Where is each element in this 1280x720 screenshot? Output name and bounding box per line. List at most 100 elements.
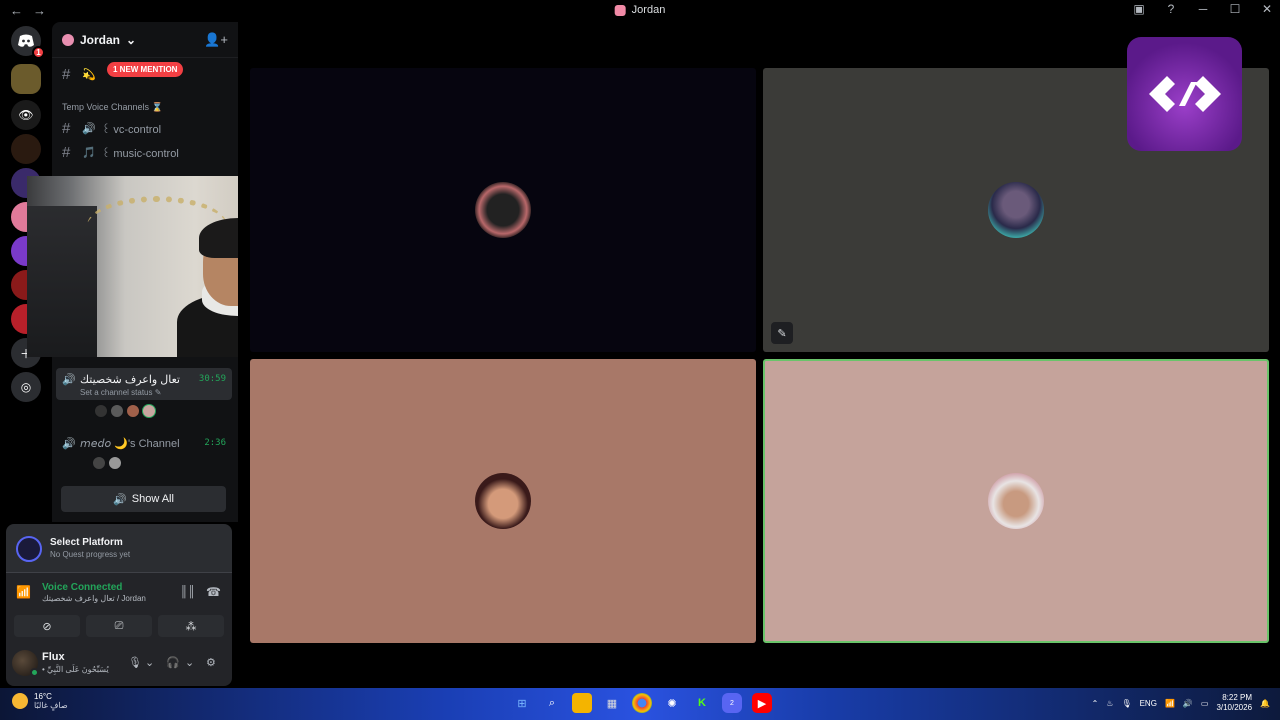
voice-channel-timer: 30:59	[198, 374, 226, 384]
notification-icon[interactable]: 🔔	[1260, 699, 1270, 708]
store-icon[interactable]: ▦	[602, 693, 622, 713]
show-all-button[interactable]: 🔊 Show All	[61, 486, 226, 512]
search-icon[interactable]: ⌕	[542, 693, 562, 713]
category-temp-voice[interactable]: Temp Voice Channels ⌛	[62, 102, 163, 113]
inbox-icon[interactable]: ▣	[1132, 2, 1146, 16]
signal-icon[interactable]: 📶	[16, 585, 34, 603]
steam-icon[interactable]: ♨	[1106, 699, 1113, 708]
system-clock[interactable]: 8:22 PM 3/10/2026	[1216, 693, 1252, 713]
music-note-icon: 🎵	[82, 147, 96, 159]
user-panel: Flux • يُسَبِّحُونَ عَلَى النَّبِيِّ 🎙 ⌄…	[6, 642, 232, 686]
volume-icon[interactable]: 🔊	[1183, 699, 1193, 708]
channel-label: ꒰ music-control	[101, 148, 179, 160]
minimize-icon[interactable]: ─	[1196, 2, 1210, 16]
headphones-icon[interactable]: 🎧	[166, 656, 180, 669]
new-mention-pill[interactable]: 1 NEW MENTION	[107, 62, 184, 77]
channel-music-control[interactable]: # 🎵 ꒰ music-control	[62, 144, 179, 161]
avatar[interactable]	[988, 182, 1044, 238]
sparkle-icon: 💫	[82, 69, 96, 81]
openai-icon[interactable]: ✺	[662, 693, 682, 713]
microphone-icon[interactable]: 🎙	[1121, 699, 1131, 708]
avatar[interactable]	[94, 404, 108, 418]
chevron-down-icon[interactable]: ⌄	[185, 656, 194, 669]
screen-share-button[interactable]: ⎚	[86, 615, 152, 637]
add-member-icon[interactable]: 👤+	[204, 32, 228, 48]
avatar[interactable]	[475, 182, 531, 238]
kick-icon[interactable]: K	[692, 693, 712, 713]
video-grid: ✎	[238, 22, 1280, 688]
microphone-icon[interactable]: 🎙	[128, 656, 142, 669]
camera-off-button[interactable]: ⊘	[14, 615, 80, 637]
guild-name: Jordan	[80, 32, 121, 47]
start-menu-icon[interactable]: ⊞	[512, 693, 532, 713]
chevron-down-icon[interactable]: ⌄	[145, 656, 154, 669]
voice-channel-active[interactable]: 🔊 تعال واعرف شخصيتك 30:59 Set a channel …	[56, 368, 232, 400]
online-status-icon	[30, 668, 39, 677]
voice-users-row	[92, 456, 122, 470]
video-tile-4-speaking[interactable]	[763, 359, 1269, 643]
chevron-up-icon[interactable]: ⌃	[1092, 699, 1099, 708]
voice-channel-timer: 2:36	[204, 438, 226, 448]
voice-connected-panel: 📶 Voice Connected تعال واعرف شخصيتك / Jo…	[6, 572, 232, 642]
guild-flower-icon	[62, 33, 74, 46]
chrome-icon[interactable]	[632, 693, 652, 713]
weather-icon	[12, 693, 28, 709]
back-arrow-icon[interactable]: ←	[10, 3, 23, 18]
video-tile-1[interactable]	[250, 68, 756, 352]
channel-vc-control[interactable]: # 🔊 ꒰ vc-control	[62, 120, 161, 137]
voice-channel-name: 𝘮𝘦𝘥𝘰 🌙's Channel	[80, 438, 180, 450]
avatar[interactable]	[988, 473, 1044, 529]
discord-badge: 2	[730, 699, 734, 707]
quest-subtitle: No Quest progress yet	[50, 550, 131, 559]
language-indicator[interactable]: ENG	[1140, 699, 1157, 708]
noise-suppression-icon[interactable]: ║║	[180, 586, 196, 598]
voice-connected-title[interactable]: Voice Connected	[42, 582, 122, 593]
video-tile-3[interactable]	[250, 359, 756, 643]
avatar[interactable]	[126, 404, 140, 418]
close-icon[interactable]: ✕	[1260, 2, 1274, 16]
maximize-icon[interactable]: ☐	[1228, 2, 1242, 16]
screen-share-icon: ⎚	[114, 619, 124, 632]
guild-logo-icon	[614, 4, 626, 16]
hash-icon: #	[62, 120, 71, 137]
avatar[interactable]	[92, 456, 106, 470]
help-icon[interactable]: ?	[1164, 2, 1178, 16]
avatar[interactable]	[110, 404, 124, 418]
voice-connected-channel[interactable]: تعال واعرف شخصيتك / Jordan	[42, 594, 146, 603]
voice-users-row	[94, 404, 156, 418]
discord-taskbar-icon[interactable]: 2	[722, 693, 742, 713]
avatar[interactable]	[475, 473, 531, 529]
weather-widget[interactable]: 16°C صافٍ غالبًا	[12, 692, 68, 710]
weather-condition: صافٍ غالبًا	[34, 701, 68, 710]
gear-icon[interactable]: ⚙	[206, 656, 216, 669]
battery-icon[interactable]: ▭	[1201, 699, 1209, 708]
discord-home-icon[interactable]: 1	[11, 26, 45, 59]
channel-row-hidden[interactable]: # 💫	[62, 66, 96, 83]
mic-muted-icon: ✎	[771, 322, 793, 344]
activities-button[interactable]: ⁂	[158, 615, 224, 637]
discover-icon[interactable]: ◎	[11, 372, 41, 402]
quest-panel[interactable]: Select Platform No Quest progress yet	[6, 524, 232, 572]
server-icon-1[interactable]	[11, 64, 41, 94]
channel-status-prompt[interactable]: Set a channel status ✎	[80, 388, 161, 397]
youtube-icon[interactable]: ▶	[752, 693, 772, 713]
server-icon-eye[interactable]: 👁	[11, 100, 41, 130]
speaker-icon: 🔊	[62, 374, 76, 386]
weather-temp: 16°C	[34, 692, 52, 701]
clock-date: 3/10/2026	[1216, 703, 1253, 712]
quest-icon	[16, 536, 42, 562]
disconnect-icon[interactable]: ☎	[206, 585, 221, 599]
show-all-label: Show All	[131, 493, 174, 505]
server-icon-3[interactable]	[11, 134, 41, 164]
voice-channel-name: تعال واعرف شخصيتك	[80, 374, 180, 386]
voice-channel-medo[interactable]: 🔊 𝘮𝘦𝘥𝘰 🌙's Channel 2:36	[56, 432, 232, 464]
hash-icon: #	[62, 144, 71, 161]
activities-icon: ⁂	[185, 620, 197, 633]
avatar[interactable]	[142, 404, 156, 418]
forward-arrow-icon[interactable]: →	[33, 3, 46, 18]
file-explorer-icon[interactable]	[572, 693, 592, 713]
wifi-icon[interactable]: 📶	[1165, 699, 1175, 708]
avatar[interactable]	[108, 456, 122, 470]
user-name[interactable]: Flux	[42, 651, 65, 663]
quest-title: Select Platform	[50, 537, 123, 548]
